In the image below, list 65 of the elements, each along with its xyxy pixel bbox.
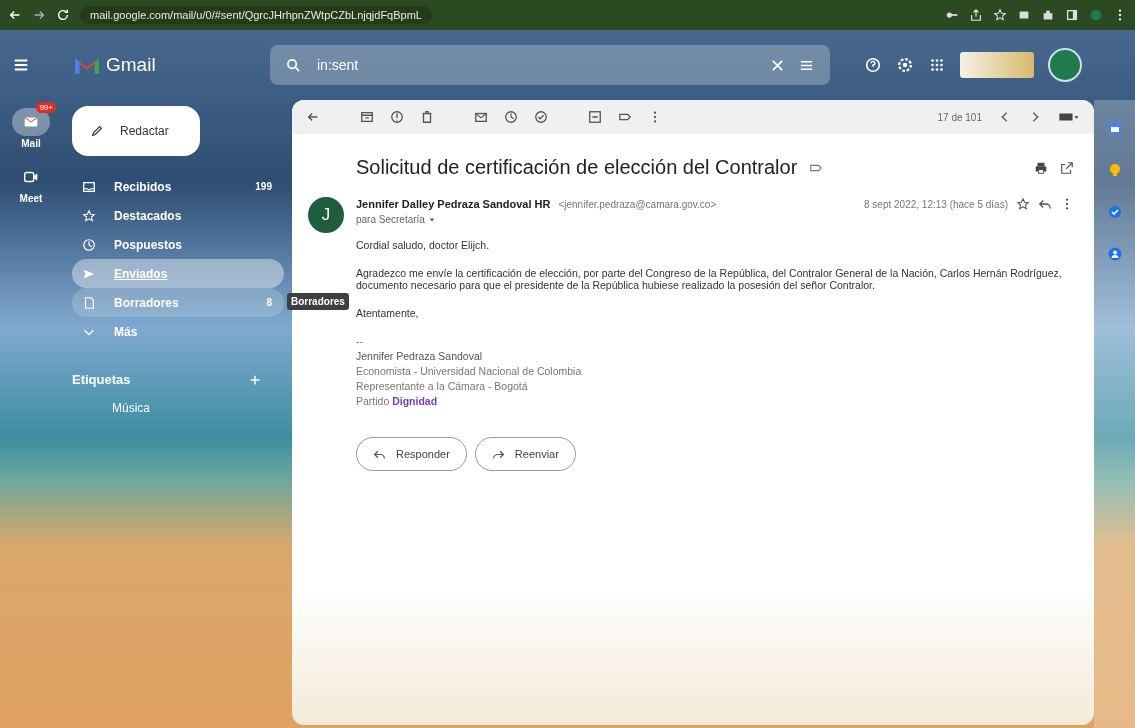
- rail-label: Meet: [19, 193, 43, 204]
- forward-icon[interactable]: [32, 8, 46, 22]
- file-icon: [82, 295, 96, 310]
- star-icon[interactable]: [1016, 197, 1030, 211]
- message-counter: 17 de 101: [937, 111, 982, 123]
- folder-item[interactable]: Pospuestos: [62, 230, 284, 259]
- share-icon[interactable]: [969, 8, 983, 22]
- sidebar-icon[interactable]: [1065, 8, 1079, 22]
- search-field[interactable]: in:sent: [315, 56, 756, 74]
- sender-email: <jennifer.pedraza@camara.gov.co>: [558, 198, 717, 210]
- reply-icon[interactable]: [1038, 197, 1052, 211]
- signature-line: Representante a la Cámara - Bogotá: [356, 380, 529, 392]
- back-icon[interactable]: [306, 110, 320, 124]
- account-avatar[interactable]: [1048, 48, 1082, 82]
- search-icon[interactable]: [286, 57, 301, 73]
- folder-item[interactable]: Recibidos 199: [62, 172, 284, 201]
- closing-text: Atentamente,: [356, 307, 420, 319]
- rail-label: Mail: [21, 138, 41, 149]
- signature-line: Jennifer Pedraza Sandoval: [356, 350, 484, 362]
- pencil-icon: [90, 124, 104, 138]
- inbox-icon: [82, 179, 96, 194]
- calendar-icon[interactable]: [1106, 120, 1123, 136]
- app-name: Gmail: [106, 54, 157, 76]
- print-icon[interactable]: [1034, 160, 1048, 175]
- label-item[interactable]: Música: [62, 393, 284, 422]
- rail-item[interactable]: [12, 108, 50, 136]
- task-icon[interactable]: [534, 110, 548, 124]
- party-name: Dignidad: [392, 395, 438, 407]
- apps-icon[interactable]: [928, 56, 946, 74]
- person-icon[interactable]: [1106, 246, 1123, 262]
- body-paragraph: Agradezco me envíe la certificación de elección, por parte del Congreso de la República, del Contralor General de la Nación, Carlos Hernán Rodríguez, documento necesario para que el presidente de la República hubiese realizado la posesión del señor Contralor.: [356, 267, 1063, 291]
- clock-icon: [82, 237, 96, 252]
- folder-item[interactable]: Destacados: [62, 201, 284, 230]
- checkmark-icon[interactable]: [1106, 204, 1123, 220]
- unread-badge: 99+: [36, 102, 56, 113]
- address-bar[interactable]: mail.google.com/mail/u/0/#sent/QgrcJHrhpnZWtpCZbLnjqjdFqBpmL: [80, 6, 432, 24]
- reload-icon[interactable]: [56, 8, 70, 22]
- back-icon[interactable]: [8, 8, 22, 22]
- tooltip: Borradores: [287, 293, 349, 310]
- sender-name: Jennifer Dalley Pedraza Sandoval HR: [356, 198, 551, 210]
- search-bar[interactable]: in:sent: [270, 45, 830, 85]
- close-icon[interactable]: [770, 57, 785, 73]
- star-icon: [82, 208, 96, 223]
- recipient-dropdown[interactable]: para Secretaría: [356, 214, 436, 225]
- sender-avatar: J: [308, 197, 344, 233]
- labels-heading: Etiquetas: [72, 372, 131, 387]
- message-subject: Solicitud de certificación de elección del Contralor: [356, 156, 798, 179]
- signature-line: Economista - Universidad Nacional de Colombia: [356, 365, 583, 377]
- move-icon[interactable]: [588, 110, 602, 124]
- caret-icon: [427, 215, 436, 224]
- compose-button[interactable]: Redactar: [72, 106, 200, 156]
- report-icon[interactable]: [390, 110, 404, 124]
- reply-button[interactable]: Responder: [356, 437, 467, 471]
- trash-icon[interactable]: [420, 110, 434, 124]
- clock-icon[interactable]: [504, 110, 518, 124]
- party-label: Partido: [356, 395, 390, 407]
- help-icon[interactable]: [864, 56, 882, 74]
- envelope-icon[interactable]: [474, 110, 488, 124]
- settings-icon[interactable]: [896, 56, 914, 74]
- forward-button[interactable]: Reenviar: [474, 437, 576, 471]
- open-in-new-window-icon[interactable]: [1060, 160, 1074, 175]
- signature-line: --: [356, 335, 364, 347]
- greeting-text: Cordial saludo, doctor Elijch.: [356, 239, 491, 251]
- archive-icon[interactable]: [360, 110, 374, 124]
- message-date: 8 sept 2022, 12:13 (hace 5 días): [864, 198, 1008, 210]
